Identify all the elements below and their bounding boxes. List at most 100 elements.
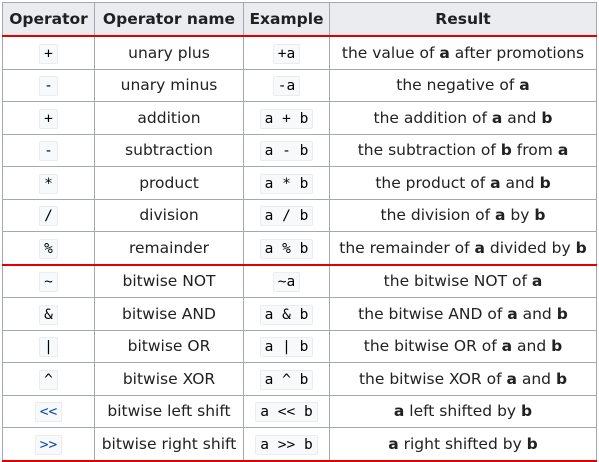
table-row: ~ bitwise NOT ~a the bitwise NOT of a [2, 264, 597, 298]
operator-symbol[interactable]: >> [34, 434, 63, 455]
operator-cell: & [2, 297, 95, 331]
result-text: and [500, 173, 540, 192]
result-text: the bitwise AND of [358, 304, 508, 323]
result-cell: a left shifted by b [329, 394, 597, 428]
operator-symbol: & [39, 304, 58, 325]
operator-cell: / [2, 198, 95, 232]
example-code: a - b [259, 141, 314, 162]
example-code: -a [272, 76, 301, 97]
result-cell: the negative of a [329, 68, 597, 102]
table-row: >> bitwise right shift a >> b a right shift… [2, 427, 597, 462]
example-cell: a - b [243, 133, 330, 167]
operator-symbol: - [39, 141, 58, 162]
operator-cell: - [2, 133, 95, 167]
header-row: Operator Operator name Example Result [2, 2, 597, 37]
result-cell: the remainder of a divided by b [329, 231, 597, 266]
example-cell: +a [243, 35, 330, 70]
table-row: / division a / b the division of a by b [2, 198, 597, 232]
result-text: the product of [375, 173, 491, 192]
result-cell: the bitwise OR of a and b [329, 329, 597, 363]
operator-name: subtraction [94, 133, 244, 167]
example-code: a % b [259, 238, 314, 259]
result-cell: the subtraction of b from a [329, 133, 597, 167]
table-row: & bitwise AND a & b the bitwise AND of a an… [2, 297, 597, 331]
result-operand: b [539, 173, 551, 192]
result-text: the bitwise OR of [363, 337, 502, 356]
table-row: - subtraction a - b the subtraction of b fr… [2, 133, 597, 167]
operator-symbol: - [39, 76, 58, 97]
result-operand: b [575, 238, 587, 257]
result-operand: a [557, 141, 569, 160]
result-operand: b [541, 108, 553, 127]
operator-name: remainder [94, 231, 244, 266]
example-cell: a & b [243, 297, 330, 331]
example-cell: ~a [243, 264, 330, 298]
result-text: the division of [380, 206, 496, 225]
result-operand: a [491, 108, 503, 127]
table-row: << bitwise left shift a << b a left shifted… [2, 394, 597, 428]
result-text: and [512, 337, 552, 356]
result-operand: a [393, 402, 405, 421]
result-text: right shifted by [398, 434, 527, 453]
operator-name: unary plus [94, 35, 244, 70]
example-code: ~a [272, 272, 301, 293]
result-cell: the product of a and b [329, 166, 597, 200]
result-text: the bitwise XOR of [358, 369, 507, 388]
example-code: a >> b [255, 434, 318, 455]
operators-table: Operator Operator name Example Result + u… [2, 2, 597, 462]
example-code: a * b [259, 173, 314, 194]
table-row: * product a * b the product of a and b [2, 166, 597, 200]
table-row: | bitwise OR a | b the bitwise OR of a and … [2, 329, 597, 363]
result-operand: a [495, 206, 506, 225]
operator-cell: % [2, 231, 95, 266]
result-cell: the division of a by b [329, 198, 597, 232]
operator-symbol: | [39, 337, 58, 358]
result-operand: a [506, 369, 517, 388]
operator-cell: - [2, 68, 95, 102]
result-cell: the addition of a and b [329, 101, 597, 135]
result-cell: the bitwise XOR of a and b [329, 362, 597, 396]
result-operand: a [519, 76, 530, 95]
table-body: + unary plus +a the value of a after promot… [2, 35, 597, 462]
result-text: the bitwise NOT of [383, 272, 532, 291]
result-text: the negative of [396, 76, 520, 95]
example-code: a & b [259, 304, 314, 325]
result-text: divided by [484, 238, 576, 257]
result-operand: a [507, 304, 518, 323]
operator-symbol: * [39, 173, 58, 194]
example-code: a ^ b [259, 369, 314, 390]
result-operand: b [551, 337, 563, 356]
result-operand: a [490, 173, 501, 192]
operator-name: unary minus [94, 68, 244, 102]
result-text: the value of [341, 43, 440, 62]
result-cell: the bitwise AND of a and b [329, 297, 597, 331]
result-operand: b [555, 369, 568, 388]
example-code: a | b [259, 337, 314, 358]
operator-name: addition [94, 101, 244, 135]
operator-symbol: + [39, 43, 58, 64]
operator-cell: + [2, 101, 95, 135]
operator-symbol: / [39, 206, 58, 227]
operator-name: bitwise OR [94, 329, 244, 363]
operator-cell: ~ [2, 264, 95, 298]
result-cell: a right shifted by b [329, 427, 597, 462]
header-operator-name: Operator name [94, 2, 244, 37]
operator-name: division [94, 198, 244, 232]
result-cell: the bitwise NOT of a [329, 264, 597, 298]
result-operand: a [439, 43, 450, 62]
result-text: the remainder of [339, 238, 475, 257]
example-code: a << b [255, 402, 318, 423]
example-cell: a | b [243, 329, 330, 363]
table-row: - unary minus -a the negative of a [2, 68, 597, 102]
table-row: + unary plus +a the value of a after promot… [2, 35, 597, 70]
result-text: after promotions [449, 43, 585, 62]
result-operand: a [474, 238, 485, 257]
operator-symbol[interactable]: << [34, 402, 63, 423]
header-example: Example [243, 2, 330, 37]
result-operand: b [500, 141, 512, 160]
example-cell: a % b [243, 231, 330, 266]
operator-name: bitwise right shift [94, 427, 244, 462]
operator-cell: >> [2, 427, 95, 462]
header-result: Result [329, 2, 597, 37]
operator-symbol: + [39, 108, 58, 129]
